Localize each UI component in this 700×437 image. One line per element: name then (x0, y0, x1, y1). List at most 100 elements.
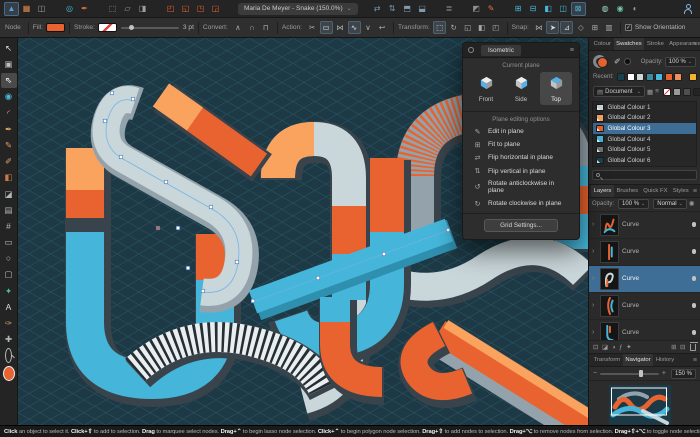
geometry-divide-icon[interactable]: ◐ (628, 2, 643, 16)
global-colour-row[interactable]: Global Colour 4 (593, 134, 696, 145)
snap-guides-icon[interactable]: ▥ (602, 21, 615, 34)
visibility-toggle[interactable] (691, 249, 696, 254)
isometric-panel-header[interactable]: Isometric ≡ (463, 43, 579, 58)
layer-row[interactable]: › Curve (589, 212, 700, 239)
expand-chevron-icon[interactable]: › (592, 275, 597, 282)
option-flip-horizontal-in-plane[interactable]: ⇄ Flip horizontal in plane (463, 151, 579, 164)
quick-swatch-4[interactable] (692, 87, 700, 96)
layer-thumbnail[interactable] (600, 267, 619, 290)
node-tool[interactable]: ⇖ (0, 72, 17, 88)
visibility-toggle[interactable] (691, 222, 696, 227)
sharpen-curve-icon[interactable]: ∨ (362, 21, 375, 34)
grid-settings-button[interactable]: Grid Settings... (484, 219, 558, 233)
expand-chevron-icon[interactable]: › (592, 329, 597, 336)
tab-history[interactable]: History (653, 354, 677, 366)
panel-menu-icon[interactable]: ≡ (570, 47, 574, 54)
corner-tool[interactable]: ◜ (1, 105, 17, 120)
global-colour-row[interactable]: Global Colour 5 (593, 144, 696, 155)
scale-selection-icon[interactable]: ◱ (461, 21, 474, 34)
eyedropper-icon[interactable]: ✐ (614, 57, 621, 66)
symbol-icon[interactable]: ✦ (626, 343, 631, 351)
snap-grid-icon[interactable]: ⊞ (588, 21, 601, 34)
point-transform-tool[interactable]: ◉ (1, 89, 17, 104)
fill-tool[interactable]: ◧ (1, 170, 17, 185)
mask-layer-icon[interactable]: ◪ (602, 343, 608, 351)
option-fit-to-plane[interactable]: ⊞ Fit to plane (463, 138, 579, 151)
list-view-icon[interactable]: ≡ (655, 88, 659, 95)
snap-construction-icon[interactable]: ⊿ (560, 21, 574, 34)
colour-wheel-icon[interactable] (593, 55, 608, 68)
delete-layer-icon[interactable] (689, 341, 698, 351)
plane-button-side[interactable]: Side (505, 72, 537, 105)
tab-layers[interactable]: Layers (591, 184, 614, 197)
layer-thumbnail[interactable] (600, 321, 619, 340)
insert-inside-icon[interactable]: ◳ (193, 2, 208, 16)
snapping-toggle-icon[interactable]: ◎ (62, 2, 77, 16)
insert-behind-icon[interactable]: ◱ (178, 2, 193, 16)
global-colour-row[interactable]: Global Colour 2 (593, 113, 696, 124)
isometric-panel-tab[interactable]: Isometric (481, 44, 521, 56)
gear-icon[interactable]: ✺ (689, 200, 695, 208)
account-icon[interactable] (683, 3, 692, 14)
snap-midpoint-icon[interactable]: ⋈ (532, 21, 545, 34)
stroke-width-value[interactable]: 3 pt (183, 24, 194, 31)
insert-layer-icon[interactable]: ⊞ (671, 343, 676, 351)
fill-swatch[interactable] (46, 23, 66, 32)
zoom-out-button[interactable]: − (593, 370, 597, 377)
blend-mode-select[interactable]: Normal ⌄ (653, 199, 687, 210)
layer-row[interactable]: › Curve (589, 320, 700, 340)
vector-persona-icon[interactable]: ▲ (4, 1, 19, 16)
navigator-thumbnail[interactable] (609, 385, 671, 425)
bounds-selection-icon[interactable]: ◰ (489, 21, 502, 34)
expand-chevron-icon[interactable]: › (592, 221, 597, 228)
cycle-selection-box-icon[interactable]: ◨ (135, 2, 150, 16)
fill-stroke-swatch-icon[interactable]: ◩ (469, 2, 484, 16)
recent-swatch-3[interactable] (636, 73, 645, 81)
vector-crop-tool[interactable]: # (1, 219, 17, 234)
panel-menu-icon[interactable]: ≡ (693, 357, 697, 364)
group-layers-icon[interactable]: ⊟ (680, 343, 685, 351)
recent-swatch-2[interactable] (626, 73, 635, 81)
pen-tool[interactable]: ✒ (1, 122, 17, 137)
boolean-divide-icon[interactable]: ◫ (556, 2, 571, 16)
tab-quick-fx[interactable]: Quick FX (641, 185, 670, 197)
visibility-toggle[interactable] (691, 276, 696, 281)
zoom-value-select[interactable]: 150 % (670, 368, 696, 379)
zoom-slider-knob[interactable] (638, 370, 643, 377)
recent-swatch-6[interactable] (664, 73, 673, 81)
move-to-back-icon[interactable]: ⬓ (415, 2, 430, 16)
expand-chevron-icon[interactable]: › (592, 248, 597, 255)
swatch-category-select[interactable]: ▤ Document ⌄ (593, 86, 645, 97)
show-orientation-checkbox[interactable]: ✓ (624, 24, 632, 31)
global-colour-row[interactable]: Global Colour 1 (593, 102, 696, 113)
snap-geometry-icon[interactable]: ➤ (546, 21, 560, 34)
smooth-curve-icon[interactable]: ∿ (347, 21, 361, 34)
boolean-combine-icon[interactable]: ⊠ (570, 1, 586, 16)
flip-horizontal-icon[interactable]: ⇄ (370, 2, 385, 16)
current-colour-dot[interactable] (623, 58, 631, 65)
option-edit-in-plane[interactable]: ✎ Edit in plane (463, 125, 579, 138)
break-curve-icon[interactable]: ✂ (306, 21, 319, 34)
tab-brushes[interactable]: Brushes (614, 185, 641, 197)
tab-stroke[interactable]: Stroke (644, 38, 666, 50)
global-colour-row[interactable]: Global Colour 3 (593, 123, 696, 134)
style-picker-tool[interactable]: ✚ (1, 332, 17, 347)
export-persona-icon[interactable]: ◫ (34, 2, 49, 16)
ellipse-tool[interactable]: ○ (1, 251, 17, 266)
tab-navigator[interactable]: Navigator (622, 354, 654, 366)
expand-chevron-icon[interactable]: › (592, 302, 597, 309)
colour-picker-tool[interactable]: ✑ (1, 316, 17, 331)
swatch-search-field[interactable] (592, 169, 697, 180)
visibility-toggle[interactable] (691, 330, 696, 335)
tab-transform[interactable]: Transform (591, 354, 623, 366)
edit-all-layers-icon[interactable]: ⊡ (593, 343, 598, 351)
close-curve-icon[interactable]: ▭ (319, 21, 333, 34)
boolean-add-icon[interactable]: ⊞ (511, 2, 526, 16)
plane-button-front[interactable]: Front (470, 72, 502, 105)
boolean-subtract-icon[interactable]: ⊟ (526, 2, 541, 16)
layer-row[interactable]: › Curve (589, 293, 700, 320)
document-title-dropdown[interactable]: Maria De Meyer - Snake (150.0%) ⌄ (238, 2, 358, 15)
geometry-merge-icon[interactable]: ◍ (598, 2, 613, 16)
recent-swatch-8[interactable] (688, 73, 697, 81)
shear-selection-icon[interactable]: ◧ (475, 21, 488, 34)
